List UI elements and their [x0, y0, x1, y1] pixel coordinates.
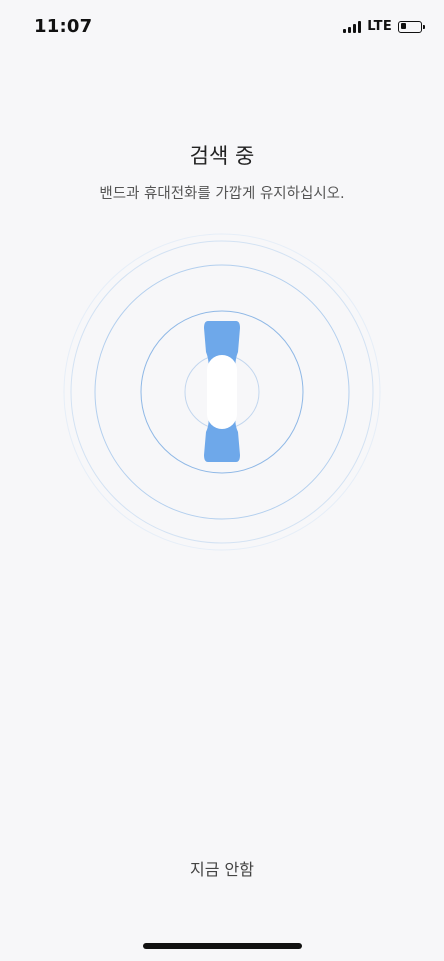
- skip-button-container: 지금 안함: [0, 856, 444, 880]
- screen: 11:07 LTE 검색 중 밴드과 휴대전화를 가깝게 유지하십시오. 지금 …: [0, 0, 444, 961]
- radar-ring-3: [94, 264, 350, 520]
- status-indicators: LTE: [343, 19, 425, 34]
- status-time: 11:07: [34, 16, 93, 37]
- smart-band-icon: [204, 321, 240, 462]
- battery-level: [400, 23, 406, 29]
- skip-button[interactable]: 지금 안함: [190, 860, 254, 879]
- page-title: 검색 중: [189, 144, 255, 168]
- page-subtitle: 밴드과 휴대전화를 가깝게 유지하십시오.: [99, 186, 345, 202]
- home-indicator[interactable]: [143, 943, 302, 949]
- status-bar: 11:07 LTE: [0, 0, 444, 56]
- network-type: LTE: [367, 19, 392, 34]
- battery-icon: [398, 20, 425, 33]
- radar-ring-2: [140, 310, 304, 474]
- cellular-signal-icon: [343, 20, 362, 33]
- radar-ring-inner: [184, 354, 260, 430]
- radar-ring-4: [70, 240, 374, 544]
- radar-ring-outer: [63, 233, 381, 551]
